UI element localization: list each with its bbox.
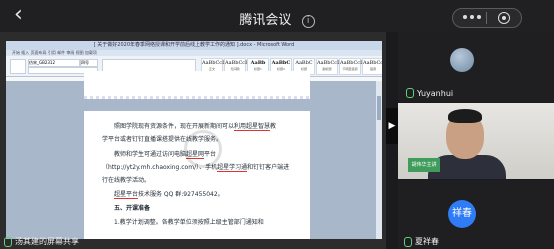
section-heading: 五、开课准备 bbox=[114, 205, 151, 212]
avatar: 祥春 bbox=[448, 200, 476, 228]
style-tile: AaBbCcD 副标题 bbox=[316, 58, 341, 75]
participant-name: 夏祥春 bbox=[404, 236, 439, 247]
video-person-hair bbox=[448, 109, 482, 123]
para-1: 照图学院现有资源条件，现在开展新期间可以利用超星智慧教 bbox=[114, 123, 277, 131]
participant-name: Yuyanhui bbox=[406, 88, 453, 98]
document-page-previous bbox=[84, 71, 310, 99]
presenter-label: 汤其建的屏幕共享 bbox=[4, 236, 79, 247]
paste-icon bbox=[10, 59, 26, 74]
screen-share-area[interactable]: [ 关于做好2020年春季网络授课和开学前后线上教学工作的通知 ].docx -… bbox=[0, 32, 386, 249]
style-tile: AaBbCcDc 不明显强调 bbox=[339, 58, 367, 75]
presenter-label-text: 汤其建的屏幕共享 bbox=[15, 237, 79, 246]
font-name-box: 仿宋_GB2312 bbox=[28, 59, 80, 67]
participant-video[interactable]: 胡伟华主讲 bbox=[398, 103, 554, 179]
info-icon[interactable]: i bbox=[301, 15, 315, 28]
font-size-box: 四号 bbox=[80, 59, 98, 67]
para-4: 行在线教学活动。 bbox=[102, 177, 151, 184]
capsule-menu[interactable] bbox=[452, 8, 522, 28]
scrollbar-thumb[interactable] bbox=[377, 96, 381, 120]
meeting-title-text: 腾讯会议 bbox=[239, 13, 292, 28]
style-tile: AaBbCcDc强调 bbox=[362, 58, 382, 75]
para-7: 1.教学计划调整。各教学单位须按照上级主管部门通知和 bbox=[114, 219, 264, 226]
capsule-divider bbox=[486, 12, 487, 24]
loading-spinner-icon bbox=[184, 130, 222, 168]
video-sticker: 胡伟华主讲 bbox=[408, 158, 440, 172]
para-5: 超星平台技术服务 QQ 群:927455042。 bbox=[114, 191, 224, 199]
close-miniprogram-icon[interactable] bbox=[498, 12, 510, 24]
expand-panel-arrow-icon[interactable]: ▶ bbox=[386, 108, 398, 144]
top-bar: ‹ 腾讯会议 i bbox=[0, 0, 554, 32]
word-title-bar: [ 关于做好2020年春季网络授课和开学前后线上教学工作的通知 ].docx -… bbox=[6, 41, 382, 50]
mic-icon bbox=[404, 236, 412, 247]
more-icon[interactable] bbox=[463, 15, 481, 19]
mic-icon bbox=[4, 236, 12, 247]
avatar bbox=[450, 48, 474, 72]
mic-icon bbox=[406, 88, 414, 98]
